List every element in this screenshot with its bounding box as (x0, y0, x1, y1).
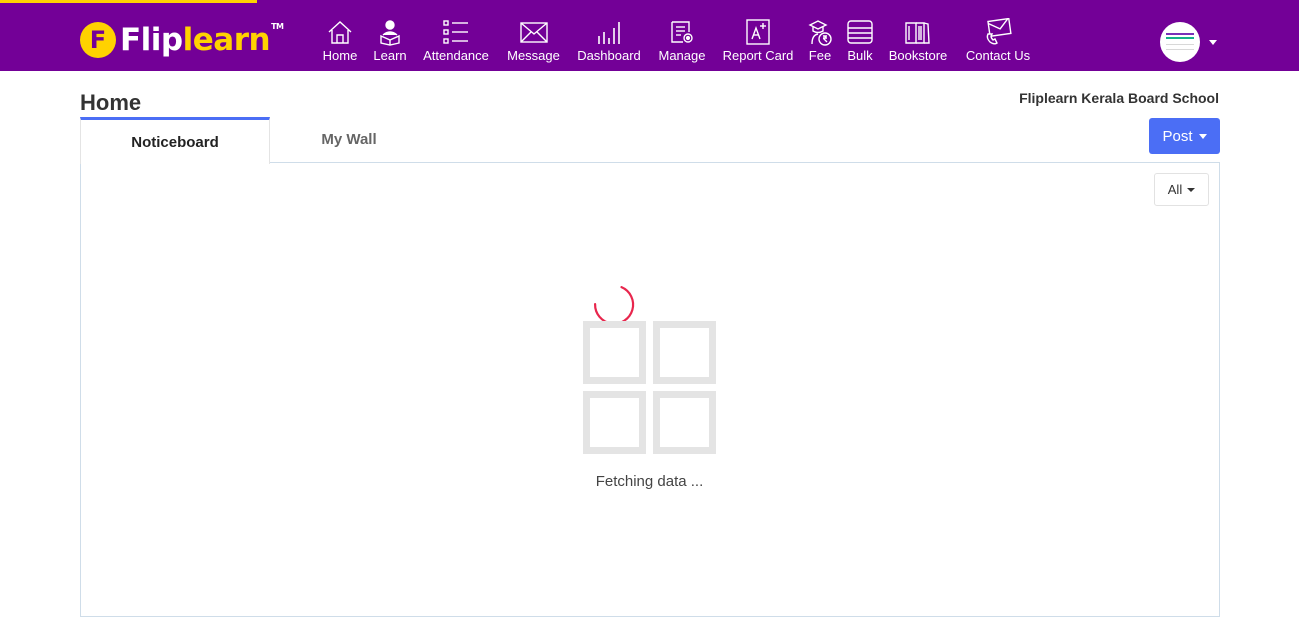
noticeboard-panel (80, 162, 1220, 617)
filter-dropdown[interactable]: All (1154, 173, 1209, 206)
placeholder-grid-tile (583, 391, 646, 454)
filter-caret-icon (1187, 187, 1196, 192)
learn-icon (380, 20, 400, 46)
nav-item-bookstore[interactable]: Bookstore (886, 18, 950, 64)
nav-item-home[interactable]: Home (320, 18, 360, 64)
tab-noticeboard[interactable]: Noticeboard (80, 117, 270, 164)
bookstore-icon (905, 22, 930, 44)
report-card-icon (746, 19, 770, 45)
school-name: Fliplearn Kerala Board School (1019, 90, 1219, 106)
nav-label-fee: Fee (808, 48, 832, 63)
logo-text: FliplearnTM (120, 21, 284, 58)
nav-item-report-card[interactable]: Report Card (720, 18, 796, 64)
nav-label-message: Message (507, 48, 560, 63)
nav-item-manage[interactable]: Manage (656, 18, 708, 64)
nav-label-bulk: Bulk (847, 48, 873, 63)
logo-badge-letter: F (89, 26, 107, 54)
nav-label-learn: Learn (373, 48, 407, 63)
bulk-icon (847, 20, 873, 44)
logo-text-flip: Flip (120, 21, 183, 58)
attendance-icon (443, 20, 468, 44)
avatar-stripe-4 (1166, 49, 1194, 50)
dashboard-icon (598, 22, 620, 44)
message-icon (519, 22, 548, 43)
user-avatar[interactable] (1160, 22, 1200, 62)
logo-badge: F (80, 22, 116, 58)
home-icon (328, 21, 352, 44)
nav-item-learn[interactable]: Learn (370, 18, 410, 64)
avatar-stripe-3 (1166, 44, 1194, 45)
nav-label-manage: Manage (658, 48, 706, 63)
loading-status-text: Fetching data ... (595, 473, 704, 490)
nav-label-contact-us: Contact Us (965, 48, 1031, 63)
fee-icon (808, 20, 832, 46)
avatar-stripe-2 (1166, 37, 1194, 39)
top-accent-line (0, 0, 257, 3)
nav-item-attendance[interactable]: Attendance (420, 18, 492, 64)
user-menu-caret-icon[interactable] (1209, 40, 1217, 45)
filter-selected-value: All (1167, 182, 1183, 197)
nav-item-dashboard[interactable]: Dashboard (575, 18, 643, 64)
post-dropdown-caret-icon (1198, 133, 1207, 139)
placeholder-grid-tile (653, 321, 716, 384)
nav-label-attendance: Attendance (423, 48, 489, 63)
nav-label-report-card: Report Card (722, 48, 794, 63)
post-button[interactable]: Post (1149, 118, 1220, 154)
nav-item-bulk[interactable]: Bulk (844, 18, 876, 64)
post-button-label: Post (1162, 127, 1193, 145)
nav-item-contact-us[interactable]: Contact Us (964, 18, 1032, 64)
page-title: Home (80, 90, 142, 115)
logo-trademark: TM (271, 21, 284, 31)
manage-icon (671, 21, 693, 43)
tab-my-wall[interactable]: My Wall (270, 117, 428, 163)
fliplearn-logo[interactable]: F FliplearnTM (80, 20, 284, 60)
nav-label-bookstore: Bookstore (888, 48, 948, 63)
avatar-stripe-1 (1166, 33, 1194, 35)
placeholder-grid-tile (583, 321, 646, 384)
nav-item-fee[interactable]: Fee (806, 18, 834, 64)
nav-label-dashboard: Dashboard (577, 48, 641, 63)
placeholder-grid-tile (653, 391, 716, 454)
nav-item-message[interactable]: Message (505, 18, 562, 64)
logo-text-learn: learn (182, 21, 271, 58)
contact-icon (986, 18, 1012, 45)
nav-label-home: Home (322, 48, 358, 63)
